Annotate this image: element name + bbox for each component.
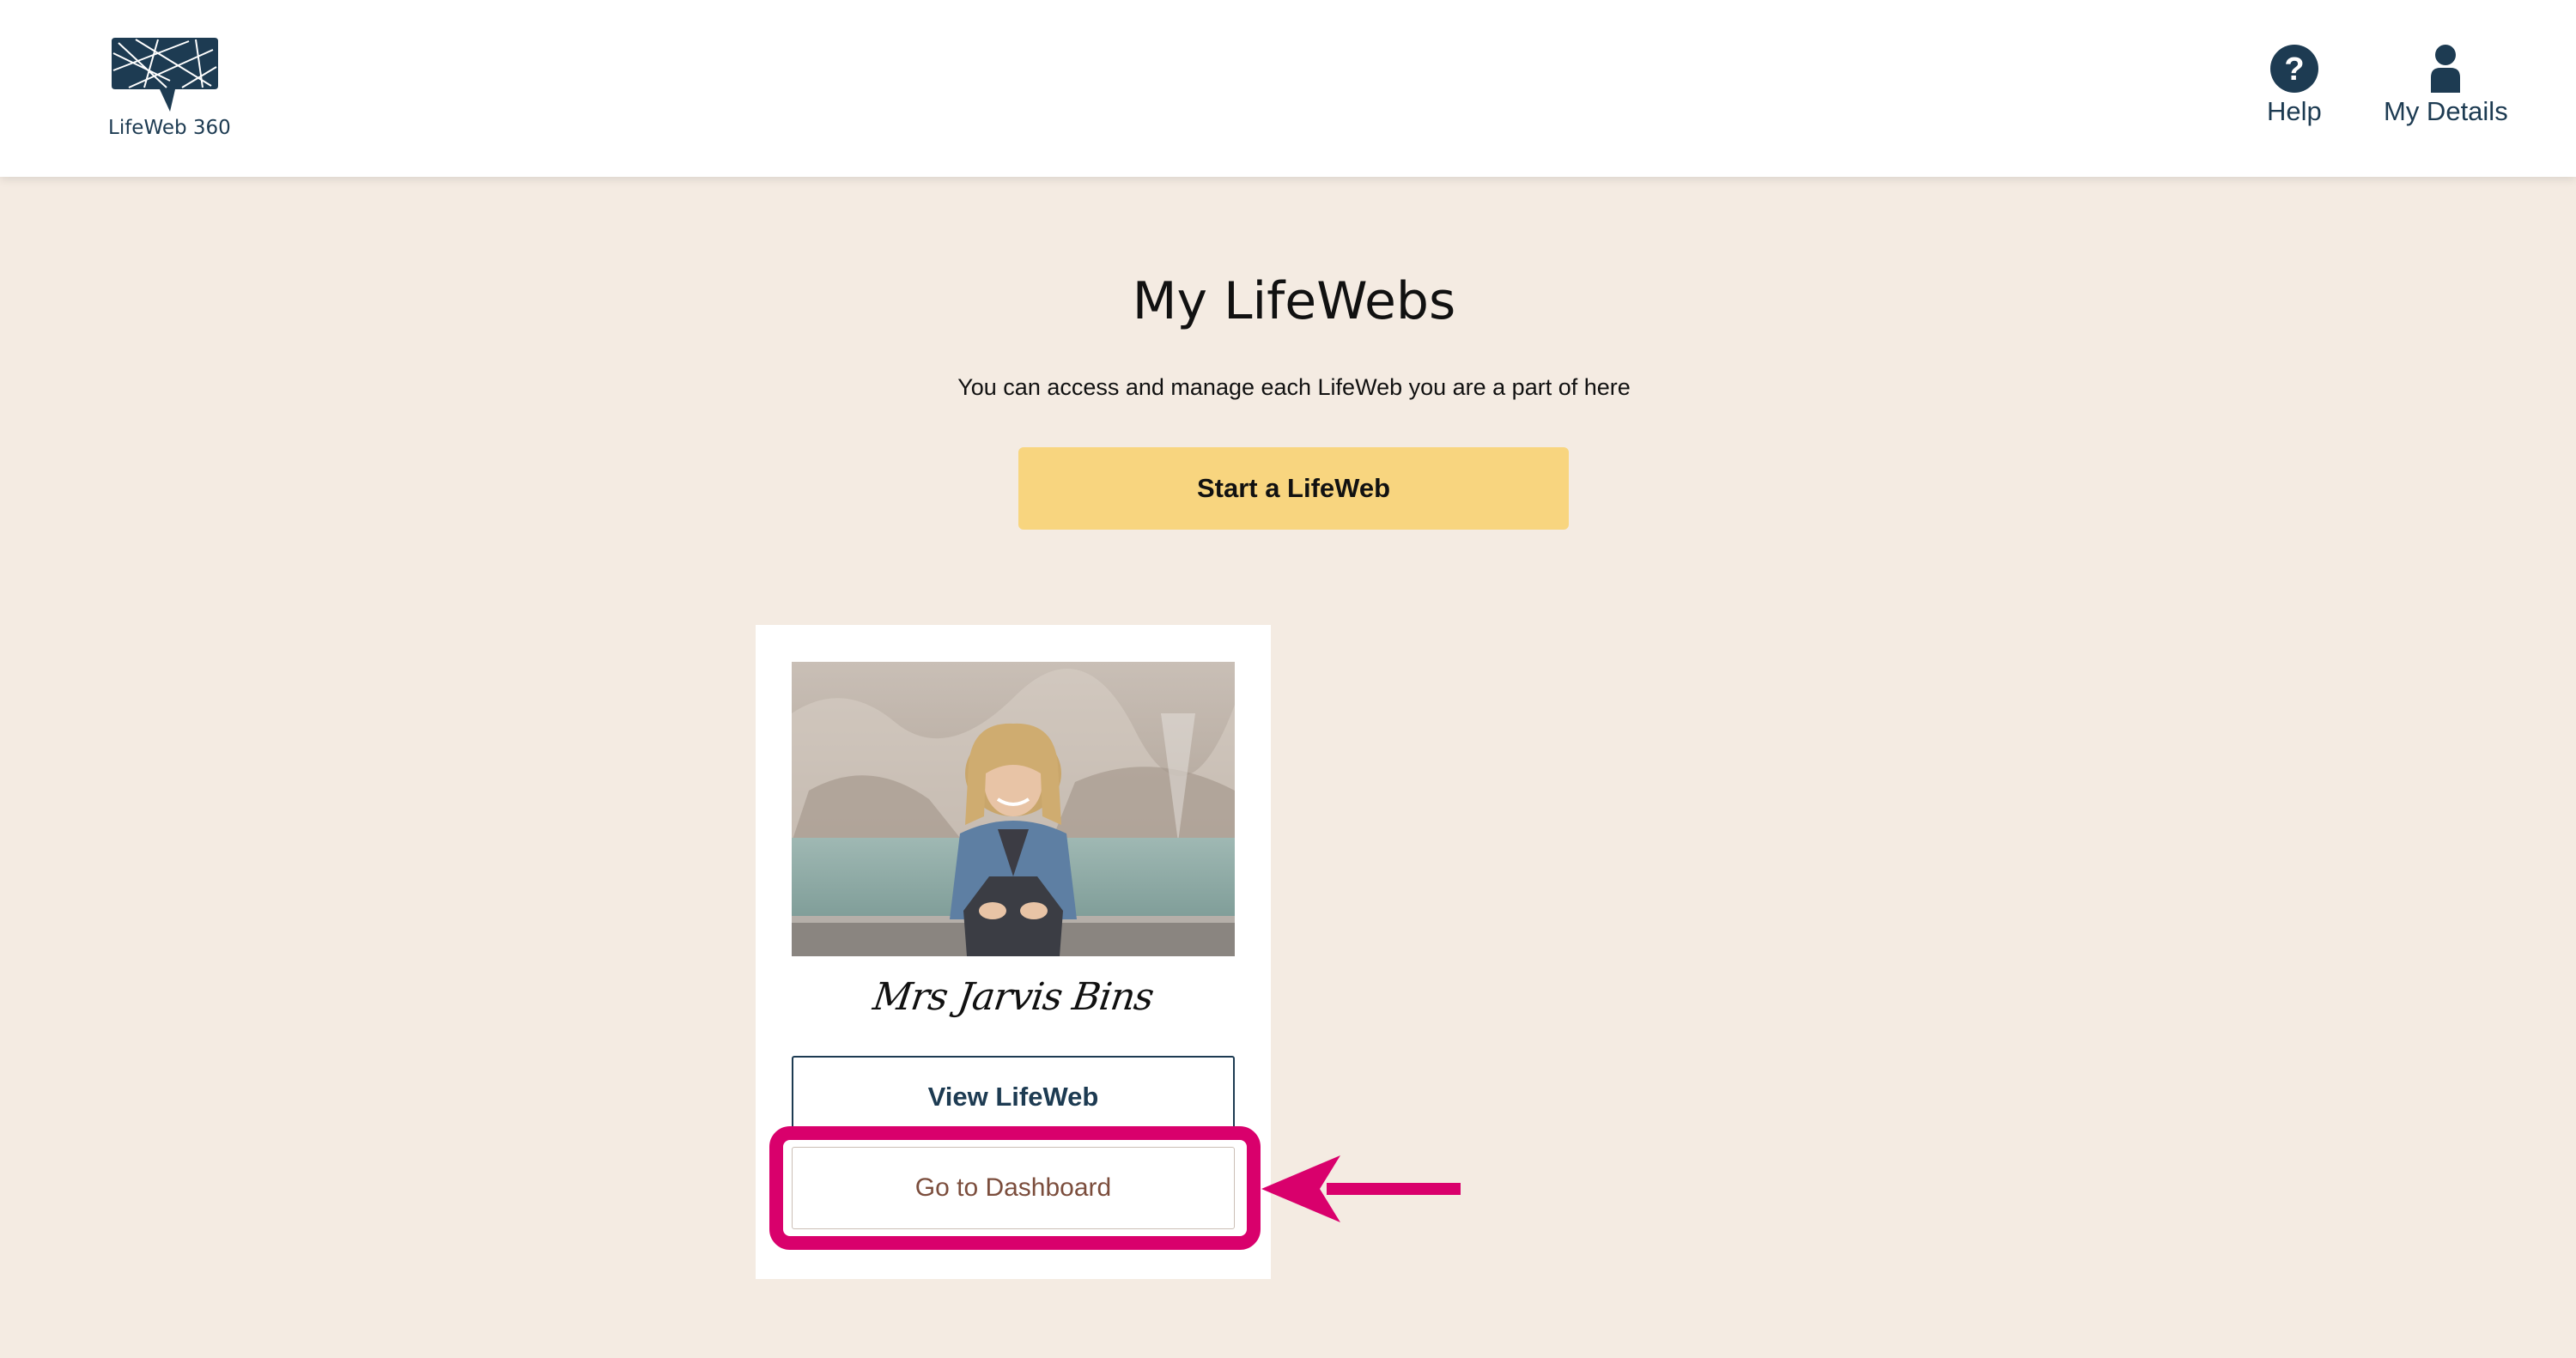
help-icon: ? bbox=[2269, 45, 2318, 93]
lifeweb-card: Mrs Jarvis Bins View LifeWeb Go to Dashb… bbox=[756, 625, 1271, 1279]
profile-photo bbox=[792, 662, 1235, 956]
top-header: LifeWeb 360 ? Help My Details bbox=[0, 0, 2576, 177]
lifeweb-logo[interactable]: LifeWeb 360 bbox=[108, 36, 231, 139]
my-details-nav-button[interactable]: My Details bbox=[2384, 45, 2508, 127]
view-lifeweb-button[interactable]: View LifeWeb bbox=[792, 1056, 1235, 1138]
help-label: Help bbox=[2267, 96, 2322, 126]
start-lifeweb-button[interactable]: Start a LifeWeb bbox=[1018, 447, 1569, 530]
help-nav-button[interactable]: ? Help bbox=[2267, 45, 2322, 127]
logo-text: LifeWeb 360 bbox=[108, 117, 231, 139]
my-details-label: My Details bbox=[2384, 96, 2508, 126]
page-title: My LifeWebs bbox=[1132, 271, 1456, 331]
arrow-left-icon bbox=[1261, 1155, 1461, 1222]
go-to-dashboard-button[interactable]: Go to Dashboard bbox=[792, 1147, 1235, 1229]
lifeweb-logo-icon bbox=[112, 38, 218, 112]
user-icon bbox=[2431, 45, 2461, 93]
svg-text:?: ? bbox=[2284, 52, 2304, 88]
page-subtitle: You can access and manage each LifeWeb y… bbox=[957, 374, 1631, 400]
lifeweb-name: Mrs Jarvis Bins bbox=[870, 975, 1157, 1019]
